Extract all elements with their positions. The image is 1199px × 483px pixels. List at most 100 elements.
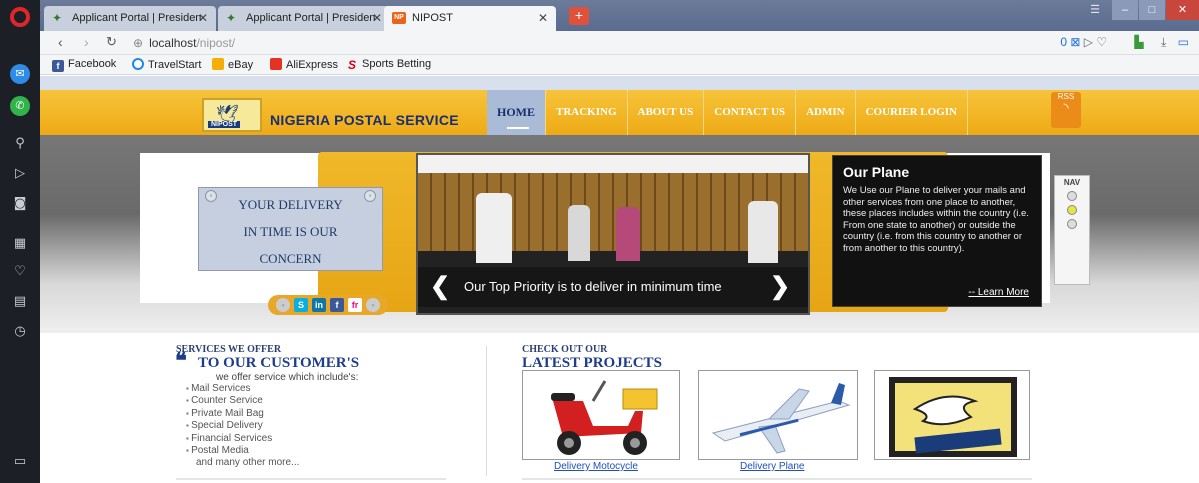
address-bar-tools: 0 ⊠ ▷ ♡ ▙ ⤓ ▭ (1060, 35, 1189, 50)
services-intro: we offer service which include's: (216, 372, 359, 383)
snap-icon[interactable]: ▷ (1084, 35, 1093, 49)
bookmark-label: eBay (228, 59, 254, 71)
photo-person (748, 201, 778, 263)
bookmark-ebay[interactable]: eBay (212, 58, 253, 71)
divider-line (176, 478, 446, 480)
project-thumb-nipost[interactable] (874, 370, 1030, 460)
pin-icon: ◦ (366, 298, 380, 312)
services-title-text: TO OUR CUSTOMER'S (198, 355, 360, 371)
project-caption-motorcycle[interactable]: Delivery Motocycle (554, 461, 638, 472)
nav-dot[interactable] (1067, 191, 1077, 201)
tab-title: NIPOST (412, 12, 453, 24)
nav-dot[interactable] (1067, 205, 1077, 215)
close-icon[interactable]: ✕ (372, 11, 382, 25)
opera-sidebar: ✉ ✆ ⚲ ▷ ◙ ▦ ♡ ▤ ◷ ▭ (0, 0, 40, 483)
menu-home[interactable]: HOME (487, 90, 546, 135)
address-bar: ‹ › ↻ ▦ ⊕localhost/nipost/ 0 ⊠ ▷ ♡ ▙ ⤓ ▭ (40, 31, 1199, 55)
news-icon[interactable]: ▤ (10, 292, 30, 312)
new-tab-button[interactable]: + (569, 7, 589, 25)
opera-logo-icon[interactable] (10, 7, 30, 27)
tab-nipost[interactable]: NP NIPOST ✕ (384, 6, 556, 31)
prev-slide-icon[interactable]: ❮ (430, 273, 450, 301)
services-tail: and many other more... (196, 457, 300, 469)
close-window-button[interactable]: ✕ (1166, 0, 1199, 20)
services-title: ❝ TO OUR CUSTOMER'S (175, 350, 476, 372)
bookmark-label: Facebook (68, 58, 117, 70)
tab-applicant-portal-1[interactable]: ✦ Applicant Portal | Presiden ✕ (44, 6, 216, 31)
bookmark-label: Sports Betting (362, 58, 432, 70)
whatsapp-icon[interactable]: ✆ (10, 96, 30, 116)
search-icon[interactable]: ⚲ (10, 134, 30, 154)
photo-person (568, 205, 590, 261)
tab-applicant-portal-2[interactable]: ✦ Applicant Portal | Presiden ✕ (218, 6, 390, 31)
learn-more-link[interactable]: -- Learn More (968, 287, 1029, 298)
menu-courier-login[interactable]: COURIER LOGIN (856, 90, 968, 135)
project-caption-plane[interactable]: Delivery Plane (740, 461, 804, 472)
back-icon[interactable]: ‹ (58, 34, 63, 50)
note-line: IN TIME IS OUR (243, 224, 338, 239)
menu-about-us[interactable]: ABOUT US (628, 90, 705, 135)
flickr-icon[interactable]: fr (348, 298, 362, 312)
close-icon[interactable]: ✕ (198, 11, 208, 25)
bookmarks-bar: f Facebook TravelStart eBay AliExpress SS… (40, 55, 1199, 75)
vpn-badge-icon[interactable]: 0 ⊠ (1060, 35, 1080, 49)
slide-caption-bar: ❮ Our Top Priority is to deliver in mini… (418, 267, 808, 307)
battery-icon[interactable]: ▭ (1178, 35, 1189, 49)
delivery-note: ◦ ◦ YOUR DELIVERY IN TIME IS OUR CONCERN (198, 187, 383, 271)
note-line: YOUR DELIVERY (238, 197, 343, 212)
nav-widget-title: NAV (1063, 178, 1081, 187)
nipost-favicon-icon: NP (392, 12, 406, 24)
project-thumb-motorcycle[interactable] (522, 370, 680, 460)
linkedin-icon[interactable]: in (312, 298, 326, 312)
tab-title: Applicant Portal | Presiden (246, 12, 376, 24)
camera-icon[interactable]: ◙ (10, 194, 30, 214)
speed-dial-icon[interactable]: ▦ (10, 234, 30, 254)
nav-dot[interactable] (1067, 219, 1077, 229)
services-list: Mail Services Counter Service Private Ma… (186, 383, 476, 457)
list-item: Special Delivery (186, 420, 476, 432)
bookmark-label: TravelStart (148, 59, 202, 71)
url-path: /nipost/ (196, 36, 236, 50)
rss-button[interactable]: RSS ◝ (1051, 92, 1081, 128)
heart-icon[interactable]: ♡ (10, 262, 30, 282)
bookmark-heart-icon[interactable]: ♡ (1096, 35, 1107, 49)
close-icon[interactable]: ✕ (538, 11, 548, 25)
site-header: 🕊 NIPOST NIGERIA POSTAL SERVICE HOME TRA… (40, 90, 1199, 135)
site-logo[interactable]: 🕊 NIPOST NIGERIA POSTAL SERVICE (202, 98, 478, 132)
reload-icon[interactable]: ↻ (106, 34, 117, 50)
logo-tag: NIPOST (208, 121, 241, 128)
sidebar-toggle-icon[interactable]: ▭ (10, 452, 30, 472)
bookmark-sports-betting[interactable]: S Sports Betting (346, 58, 431, 71)
sportsbetting-icon: S (347, 58, 356, 72)
send-icon[interactable]: ▷ (10, 164, 30, 184)
bookmark-aliexpress[interactable]: AliExpress (270, 58, 338, 71)
pin-icon: ◦ (364, 190, 376, 202)
extension-icon[interactable]: ▙ (1134, 35, 1143, 49)
applicant-portal-favicon-icon: ✦ (226, 11, 237, 25)
easy-setup-icon[interactable]: ☰ (1086, 0, 1104, 20)
menu-admin[interactable]: ADMIN (796, 90, 856, 135)
nipost-logo-icon: 🕊 NIPOST (202, 98, 262, 132)
page-top-strip (40, 76, 1199, 90)
history-icon[interactable]: ◷ (10, 322, 30, 342)
skype-icon[interactable]: S (294, 298, 308, 312)
slide-caption: Our Top Priority is to deliver in minimu… (464, 279, 722, 294)
maximize-button[interactable]: □ (1139, 0, 1165, 20)
next-slide-icon[interactable]: ❯ (770, 273, 790, 301)
messenger-icon[interactable]: ✉ (10, 64, 30, 84)
travelstart-icon (132, 58, 144, 70)
globe-icon: ⊕ (133, 36, 144, 50)
facebook-icon[interactable]: f (330, 298, 344, 312)
menu-contact-us[interactable]: CONTACT US (704, 90, 797, 135)
tab-bar: ✦ Applicant Portal | Presiden ✕ ✦ Applic… (40, 0, 1199, 31)
social-links: ◦ S in f fr ◦ (268, 295, 388, 315)
download-icon[interactable]: ⤓ (1161, 35, 1166, 49)
url-field[interactable]: ⊕ localhost/nipost/ (133, 33, 235, 53)
bookmark-travelstart[interactable]: TravelStart (132, 58, 201, 71)
menu-tracking[interactable]: TRACKING (546, 90, 628, 135)
minimize-button[interactable]: – (1112, 0, 1138, 20)
forward-icon[interactable]: › (84, 34, 89, 50)
project-thumb-plane[interactable] (698, 370, 858, 460)
airplane-icon (711, 383, 851, 454)
bookmark-facebook[interactable]: f Facebook (52, 58, 116, 72)
